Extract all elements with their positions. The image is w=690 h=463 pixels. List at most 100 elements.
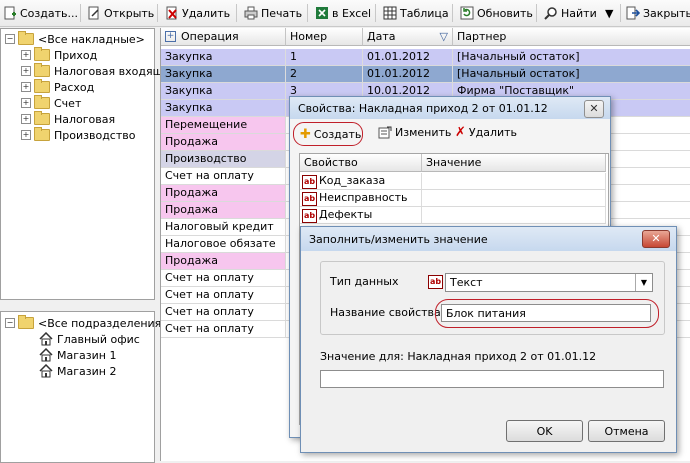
- tree-item-department[interactable]: Магазин 2: [39, 363, 116, 379]
- department-tree: − <Все подразделения> Главный офис Магаз…: [0, 311, 171, 463]
- expand-icon[interactable]: +: [21, 66, 31, 76]
- print-button[interactable]: Печать: [243, 3, 302, 23]
- column-header-property[interactable]: Свойство: [300, 154, 422, 172]
- toolbar-separator: [157, 4, 158, 22]
- close-button[interactable]: Закрыть: [625, 3, 690, 23]
- property-row[interactable]: ab Код_заказа: [300, 173, 606, 190]
- value-dialog: Заполнить/изменить значение ✕ Тип данных…: [300, 226, 677, 453]
- tree-item-invoice[interactable]: + Счет: [21, 95, 81, 111]
- folder-icon: [34, 95, 50, 109]
- refresh-button[interactable]: Обновить: [459, 3, 533, 23]
- table-cell: [Начальный остаток]: [453, 66, 690, 82]
- expand-icon[interactable]: +: [21, 98, 31, 108]
- dialog-title: Свойства: Накладная приход 2 от 01.01.12: [298, 101, 548, 115]
- table-cell: 2: [286, 66, 363, 82]
- delete-doc-icon: [164, 6, 179, 21]
- tree-item-label: Главный офис: [57, 332, 140, 346]
- tree-item-invoice[interactable]: + Расход: [21, 79, 94, 95]
- table-cell: Счет на оплату: [161, 321, 286, 337]
- toolbar: Создать... Открыть Удалить Печать в Exce…: [0, 0, 690, 27]
- property-name-cell: ab Дефекты: [300, 207, 422, 223]
- edit-property-button[interactable]: Изменить: [378, 125, 451, 139]
- data-type-value: Текст: [450, 276, 483, 289]
- exit-icon: [625, 6, 640, 21]
- cancel-button[interactable]: Отмена: [588, 420, 665, 442]
- table-cell: Счет на оплату: [161, 270, 286, 286]
- toolbar-separator: [375, 4, 376, 22]
- house-icon: [39, 332, 53, 346]
- tree-item-invoice[interactable]: + Производство: [21, 127, 135, 143]
- property-row[interactable]: ab Дефекты: [300, 207, 606, 224]
- column-header-date[interactable]: Дата ▽: [363, 28, 453, 46]
- tree-item-invoice[interactable]: + Налоговая входящ: [21, 63, 163, 79]
- open-button[interactable]: Открыть: [86, 3, 154, 23]
- find-button[interactable]: Найти: [543, 3, 597, 23]
- refresh-label: Обновить: [477, 6, 533, 20]
- property-name-field[interactable]: Блок питания: [441, 304, 651, 322]
- column-header-label: Свойство: [304, 156, 358, 169]
- table-cell: Перемещение: [161, 117, 286, 133]
- add-column-icon[interactable]: +: [165, 31, 176, 42]
- table-cell: Закупка: [161, 83, 286, 99]
- delete-label: Удалить: [182, 6, 231, 20]
- expand-icon[interactable]: +: [21, 82, 31, 92]
- table-row[interactable]: Закупка 1 01.01.2012 [Начальный остаток]: [161, 49, 690, 66]
- tree-item-invoice[interactable]: + Налоговая: [21, 111, 115, 127]
- expand-icon[interactable]: +: [21, 114, 31, 124]
- tree-item-label: Счет: [54, 96, 82, 110]
- table-cell: Продажа: [161, 185, 286, 201]
- table-button[interactable]: Таблица: [382, 3, 449, 23]
- table-label: Таблица: [400, 6, 449, 20]
- printer-icon: [243, 6, 258, 21]
- close-icon[interactable]: ✕: [584, 100, 604, 118]
- property-name-cell: ab Код_заказа: [300, 173, 422, 189]
- ok-button[interactable]: OK: [506, 420, 583, 442]
- delete-property-button[interactable]: ✗ Удалить: [455, 125, 517, 140]
- tree-root-departments[interactable]: − <Все подразделения>: [5, 315, 171, 331]
- property-name-label: Название свойства: [330, 306, 441, 319]
- expand-icon[interactable]: +: [21, 130, 31, 140]
- edit-properties-icon: [378, 126, 392, 139]
- chevron-down-icon[interactable]: ▼: [635, 274, 652, 291]
- toolbar-separator: [536, 4, 537, 22]
- property-row[interactable]: ab Неисправность: [300, 190, 606, 207]
- column-header-operation[interactable]: + Операция: [161, 28, 286, 46]
- property-name: Код_заказа: [319, 174, 386, 187]
- column-header-partner[interactable]: Партнер: [453, 28, 690, 46]
- close-label: Закрыть: [643, 6, 690, 20]
- toolbar-separator: [620, 4, 621, 22]
- table-row[interactable]: Закупка 2 01.01.2012 [Начальный остаток]: [161, 66, 690, 83]
- expand-icon[interactable]: +: [21, 50, 31, 60]
- excel-label: в Excel: [332, 6, 372, 20]
- folder-icon: [34, 63, 50, 77]
- property-name-cell: ab Неисправность: [300, 190, 422, 206]
- dialog-title: Заполнить/изменить значение: [309, 232, 488, 246]
- column-header-number[interactable]: Номер: [286, 28, 363, 46]
- table-cell: Счет на оплату: [161, 304, 286, 320]
- open-label: Открыть: [104, 6, 155, 20]
- table-cell: Налоговый кредит: [161, 219, 286, 235]
- sort-desc-icon: ▽: [439, 30, 448, 43]
- folder-icon: [34, 79, 50, 93]
- create-button[interactable]: Создать...: [2, 3, 78, 23]
- collapse-icon[interactable]: −: [5, 318, 15, 328]
- tree-item-invoice[interactable]: + Приход: [21, 47, 97, 63]
- tree-item-department[interactable]: Магазин 1: [39, 347, 116, 363]
- edit-property-label: Изменить: [395, 125, 452, 139]
- value-field[interactable]: [320, 370, 664, 388]
- close-icon[interactable]: ✕: [642, 230, 670, 248]
- data-type-select[interactable]: Текст ▼: [445, 273, 653, 292]
- find-dropdown-button[interactable]: ▼: [605, 3, 613, 23]
- column-header-value[interactable]: Значение: [422, 154, 606, 172]
- collapse-icon[interactable]: −: [5, 34, 15, 44]
- create-property-button[interactable]: ✚ Создать: [293, 122, 363, 146]
- tree-item-label: Приход: [54, 48, 98, 62]
- property-name-value: Блок питания: [446, 306, 526, 320]
- data-type-label: Тип данных: [330, 275, 399, 288]
- delete-button[interactable]: Удалить: [164, 3, 230, 23]
- excel-button[interactable]: в Excel: [314, 3, 371, 23]
- table-cell: Счет на оплату: [161, 168, 286, 184]
- column-header-label: Операция: [181, 30, 239, 43]
- tree-item-department[interactable]: Главный офис: [39, 331, 140, 347]
- tree-root-invoices[interactable]: − <Все накладные>: [5, 31, 145, 47]
